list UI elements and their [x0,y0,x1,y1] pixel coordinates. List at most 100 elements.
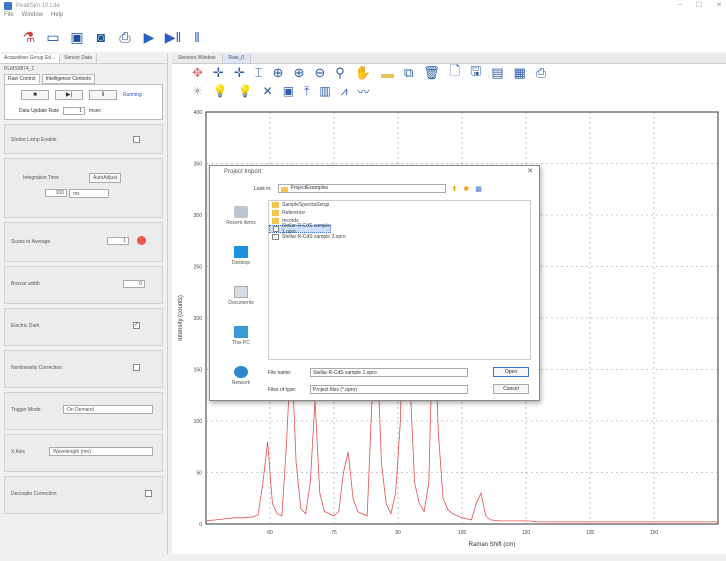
add-cursor-icon[interactable]: ✛ [213,65,224,81]
trigger-mode-select[interactable]: On Demand [63,405,153,414]
x-tick-label: 75 [331,530,337,536]
cancel-button[interactable]: Cancel [493,384,529,394]
dialog-close-button[interactable]: ✕ [527,166,533,178]
view-menu-icon[interactable]: ▦ [475,185,482,193]
tab-sensor-data[interactable]: Sensor Data [60,54,97,63]
vertical-cursor-icon[interactable]: ⌶ [255,65,263,81]
tab-acquisition[interactable]: Acquisition Group Ed... [0,54,61,63]
file-item[interactable]: SampleSpectraSetup [269,201,530,209]
place-this-pc[interactable]: This PC [216,326,266,362]
zoom-out-icon[interactable]: ⊖ [314,65,325,81]
bulb-off-icon[interactable]: 💡 [238,84,253,98]
file-item-selected[interactable]: Stellar R-CdS sample 1.opro [269,223,331,235]
open-button[interactable]: Open [493,367,529,377]
integration-time-spinner[interactable]: 100 [45,189,67,197]
look-in-select[interactable]: ProjectExamples [277,184,446,193]
xaxis-select[interactable]: Wavelength (nm) [49,447,153,456]
light-icon[interactable]: ☀ [192,84,203,98]
nonlinearity-checkbox[interactable] [133,364,140,371]
main-toolbar: ⚗ ▭ ▣ ◙ ⎙ ▶ ▶‖ ‖ [0,22,726,52]
wizard-icon[interactable]: ⚗ [20,28,38,46]
pan-icon[interactable]: ✋ [355,65,371,81]
menu-help[interactable]: Help [51,12,63,22]
grid-icon[interactable]: ▥ [319,84,330,98]
integration-panel: Integration Time AutoAdjust 100 ms [4,158,163,218]
integration-unit-select[interactable]: ms [69,189,109,198]
y-tick-label: 350 [194,162,203,168]
acquisition-controls: ■ ▶| ‖ Running Data Update Rate 1 msec [4,84,163,120]
step-button[interactable]: ▶| [55,90,83,100]
cursor-icon[interactable]: ✛ [234,65,245,81]
file-item[interactable]: Reference [269,209,530,217]
play-icon[interactable]: ▶ [140,28,158,46]
filename-input[interactable]: Stellar R-CdS sample 1.opro [310,368,468,377]
tab-raw[interactable]: Raw_0 [222,54,252,63]
place-network[interactable]: Network [216,366,266,402]
x-tick-label: 120 [522,530,531,536]
spectrum-icon[interactable]: ⩘ [341,84,348,99]
place-recent[interactable]: Recent Items [216,206,266,242]
maximize-button[interactable]: ☐ [696,1,702,9]
tools-icon[interactable]: ✕ [263,84,273,98]
new-folder-icon[interactable]: ✱ [463,185,469,193]
update-rate-spinner[interactable]: 1 [63,107,86,115]
place-desktop[interactable]: Desktop [216,246,266,282]
delete-icon[interactable]: 🗑 [423,65,440,81]
bulb-icon[interactable]: 💡 [213,84,228,98]
decouple-checkbox[interactable] [145,490,152,497]
zoom-icon[interactable]: ⚲ [335,65,345,81]
boxcar-spinner[interactable]: 0 [123,280,145,288]
open-project-icon[interactable]: ▭ [44,28,62,46]
pause-button[interactable]: ‖ [89,90,117,100]
filetype-select[interactable]: Project files (*.opro) [310,385,468,394]
y-axis-label: Intensity (counts) [178,295,184,341]
close-window-button[interactable]: ✕ [716,1,722,9]
integration-label: Integration Time [23,175,59,181]
minimize-button[interactable]: – [678,1,682,9]
x-tick-label: 90 [395,530,401,536]
electric-dark-panel: Electric Dark [4,308,163,346]
save-icon[interactable]: ▣ [68,28,86,46]
image-icon[interactable]: ▣ [283,84,294,98]
print-icon[interactable]: ⎙ [116,28,134,46]
file-list[interactable]: SampleSpectraSetup Reference records Ste… [268,200,531,360]
tab-intelligence[interactable]: Intelligence Controls [41,74,95,84]
folder-icon [272,202,279,208]
place-documents[interactable]: Documents [216,286,266,322]
place-label: This PC [232,340,250,346]
folder-icon[interactable]: ▬ [381,66,394,81]
tab-raw-control[interactable]: Raw Control [4,74,40,84]
peak-icon[interactable]: ⤒ [304,84,309,99]
x-tick-label: 105 [458,530,467,536]
menu-window[interactable]: Window [22,12,43,22]
wave-icon[interactable]: 〰 [358,83,370,100]
zoom-x-icon[interactable]: ⊕ [293,65,304,81]
strobe-checkbox[interactable] [133,136,140,143]
zoom-in-icon[interactable]: ⊕ [273,65,284,81]
scans-spinner[interactable]: 1 [107,237,129,245]
scans-panel: Scans to Average 1 [4,222,163,262]
places-bar: Recent Items Desktop Documents This PC N… [216,202,266,402]
export-icon[interactable]: ▤ [491,65,503,81]
save-chart-icon[interactable]: 🖫 [470,62,481,84]
electric-dark-checkbox[interactable] [133,321,140,329]
camera-icon[interactable]: ◙ [92,28,110,46]
dialog-title-bar: Project Import ✕ [210,166,539,178]
tab-sensors-window[interactable]: Sensors Window [172,54,223,63]
file-item[interactable]: Stellar R-CdS sample 2.opro [269,233,530,241]
step-icon[interactable]: ▶‖ [164,28,182,46]
crosshair-icon[interactable]: ✥ [192,65,203,81]
menu-file[interactable]: File [4,12,14,22]
document-icon[interactable]: 🗋 [450,62,460,84]
y-tick-label: 200 [194,316,203,322]
table-icon[interactable]: ▦ [514,65,526,81]
copy-icon[interactable]: ⧉ [404,65,413,81]
up-folder-icon[interactable]: ⬆ [452,185,458,193]
autoadjust-button[interactable]: AutoAdjust [89,173,122,183]
print-chart-icon[interactable]: ⎙ [536,65,546,81]
window-controls: – ☐ ✕ [678,1,722,9]
stop-button[interactable]: ■ [21,90,49,100]
update-rate-label: Data Update Rate [19,108,60,114]
pause-icon[interactable]: ‖ [188,28,206,46]
filename-label: File name: [268,369,292,376]
